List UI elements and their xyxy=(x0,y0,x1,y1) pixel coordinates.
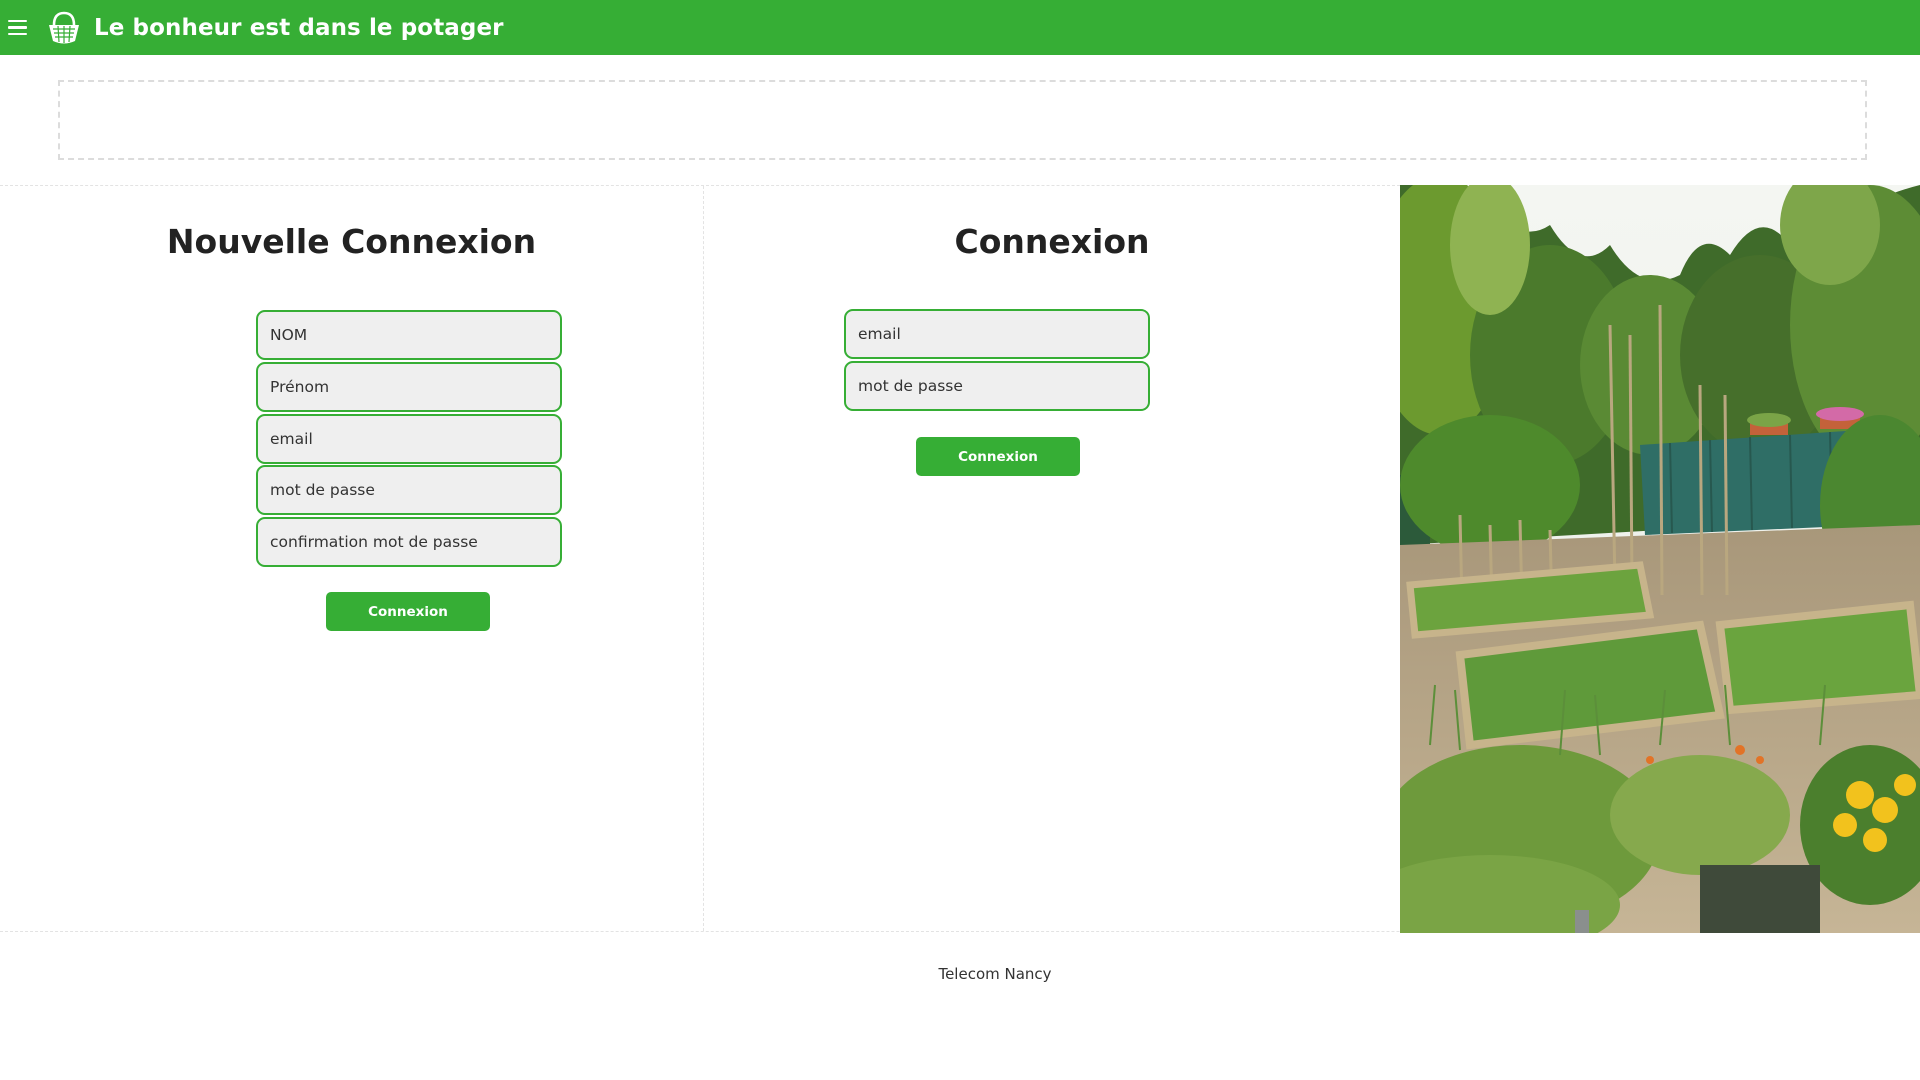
garden-photo-image xyxy=(1400,185,1920,933)
site-title[interactable]: Le bonheur est dans le potager xyxy=(94,15,504,41)
banner-placeholder xyxy=(58,80,1867,160)
login-submit-button[interactable]: Connexion xyxy=(916,437,1080,476)
column-divider xyxy=(703,186,704,931)
footer-text: Telecom Nancy xyxy=(938,965,1052,983)
register-submit-button[interactable]: Connexion xyxy=(326,592,490,631)
register-heading: Nouvelle Connexion xyxy=(166,222,537,261)
register-password-field[interactable] xyxy=(256,465,562,515)
prenom-field[interactable] xyxy=(256,362,562,412)
nom-field[interactable] xyxy=(256,310,562,360)
password-confirm-field[interactable] xyxy=(256,517,562,567)
basket-logo-icon[interactable] xyxy=(46,10,82,46)
top-app-bar: Le bonheur est dans le potager xyxy=(0,0,1920,55)
garden-photo xyxy=(1400,185,1920,933)
login-email-field[interactable] xyxy=(844,309,1150,359)
login-heading: Connexion xyxy=(954,222,1150,261)
login-password-field[interactable] xyxy=(844,361,1150,411)
hamburger-menu-icon[interactable] xyxy=(8,17,30,39)
divider-top xyxy=(0,185,1400,186)
register-email-field[interactable] xyxy=(256,414,562,464)
